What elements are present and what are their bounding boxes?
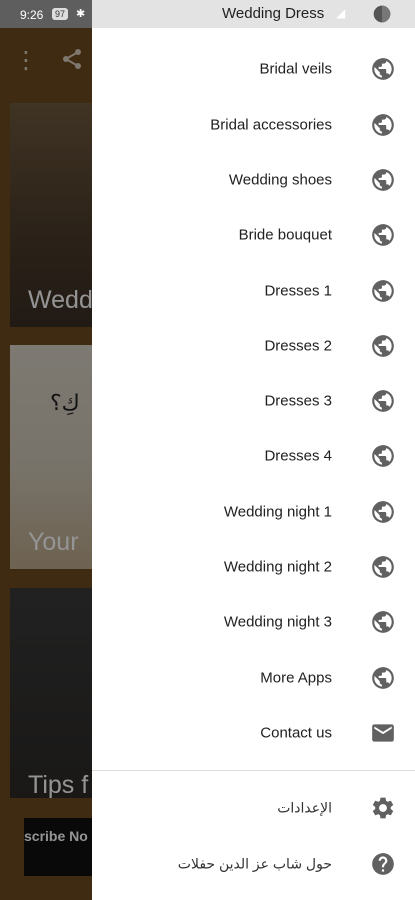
drawer-item-label: الإعدادات (277, 799, 332, 815)
drawer-item-label: More Apps (260, 669, 332, 686)
globe-icon (372, 223, 394, 246)
globe-icon (372, 168, 394, 191)
drawer-item-label: Dresses 4 (264, 447, 332, 464)
globe-icon (372, 279, 394, 302)
drawer-item-label: Bridal veils (259, 60, 332, 77)
bluetooth-icon: ✱ (76, 8, 86, 20)
drawer-item-wedding-night-1[interactable]: Wedding night 1 (92, 484, 415, 539)
drawer-item-settings[interactable]: الإعدادات (92, 780, 415, 835)
drawer-item-label: Bride bouquet (238, 226, 332, 243)
mail-icon (372, 723, 394, 742)
globe-icon (372, 610, 394, 633)
drawer-item-dresses-2[interactable]: Dresses 2 (92, 318, 415, 373)
globe-icon (372, 113, 394, 136)
drawer-item-bridal-veils[interactable]: Bridal veils (92, 41, 415, 96)
globe-icon (372, 334, 394, 357)
drawer-item-label: Contact us (260, 724, 332, 741)
help-icon (372, 852, 394, 875)
drawer-item-label: Dresses 3 (264, 392, 332, 409)
globe-icon (373, 5, 391, 23)
globe-icon (372, 666, 394, 689)
globe-icon (372, 389, 394, 412)
drawer-item-label: حول شاب عز الدين حفلات (177, 855, 332, 871)
battery-indicator: 97 (52, 8, 69, 20)
drawer-item-label: Dresses 1 (264, 282, 332, 299)
drawer-item-contact-us[interactable]: Contact us (92, 705, 415, 760)
drawer-item-dresses-3[interactable]: Dresses 3 (92, 373, 415, 428)
wifi-icon: ◢ (336, 6, 346, 20)
drawer-item-label: Wedding shoes (228, 171, 332, 188)
drawer-item-about[interactable]: حول شاب عز الدين حفلات (92, 836, 415, 891)
navigation-drawer: Bridal veils Bridal accessories Wedding … (92, 28, 415, 900)
drawer-item-dresses-4[interactable]: Dresses 4 (92, 428, 415, 483)
status-bar: 9:26 97 ✱ Wedding Dress ◢ (0, 0, 415, 28)
drawer-item-label: Bridal accessories (210, 116, 332, 133)
drawer-item-label: Wedding night 3 (223, 613, 332, 630)
drawer-item-wedding-night-3[interactable]: Wedding night 3 (92, 594, 415, 649)
drawer-item-bridal-accessories[interactable]: Bridal accessories (92, 97, 415, 152)
app-title: Wedding Dress (222, 5, 325, 22)
drawer-divider (92, 770, 415, 771)
globe-icon (372, 555, 394, 578)
drawer-item-wedding-shoes[interactable]: Wedding shoes (92, 152, 415, 207)
drawer-item-label: Dresses 2 (264, 337, 332, 354)
drawer-item-wedding-night-2[interactable]: Wedding night 2 (92, 539, 415, 594)
drawer-item-label: Wedding night 1 (223, 503, 332, 520)
gear-icon (372, 797, 394, 818)
globe-icon (372, 500, 394, 523)
drawer-item-dresses-1[interactable]: Dresses 1 (92, 263, 415, 318)
drawer-item-label: Wedding night 2 (223, 558, 332, 575)
globe-icon (372, 444, 394, 467)
globe-icon (372, 57, 394, 80)
status-time: 9:26 (20, 8, 44, 22)
drawer-item-bride-bouquet[interactable]: Bride bouquet (92, 207, 415, 262)
drawer-item-more-apps[interactable]: More Apps (92, 650, 415, 705)
